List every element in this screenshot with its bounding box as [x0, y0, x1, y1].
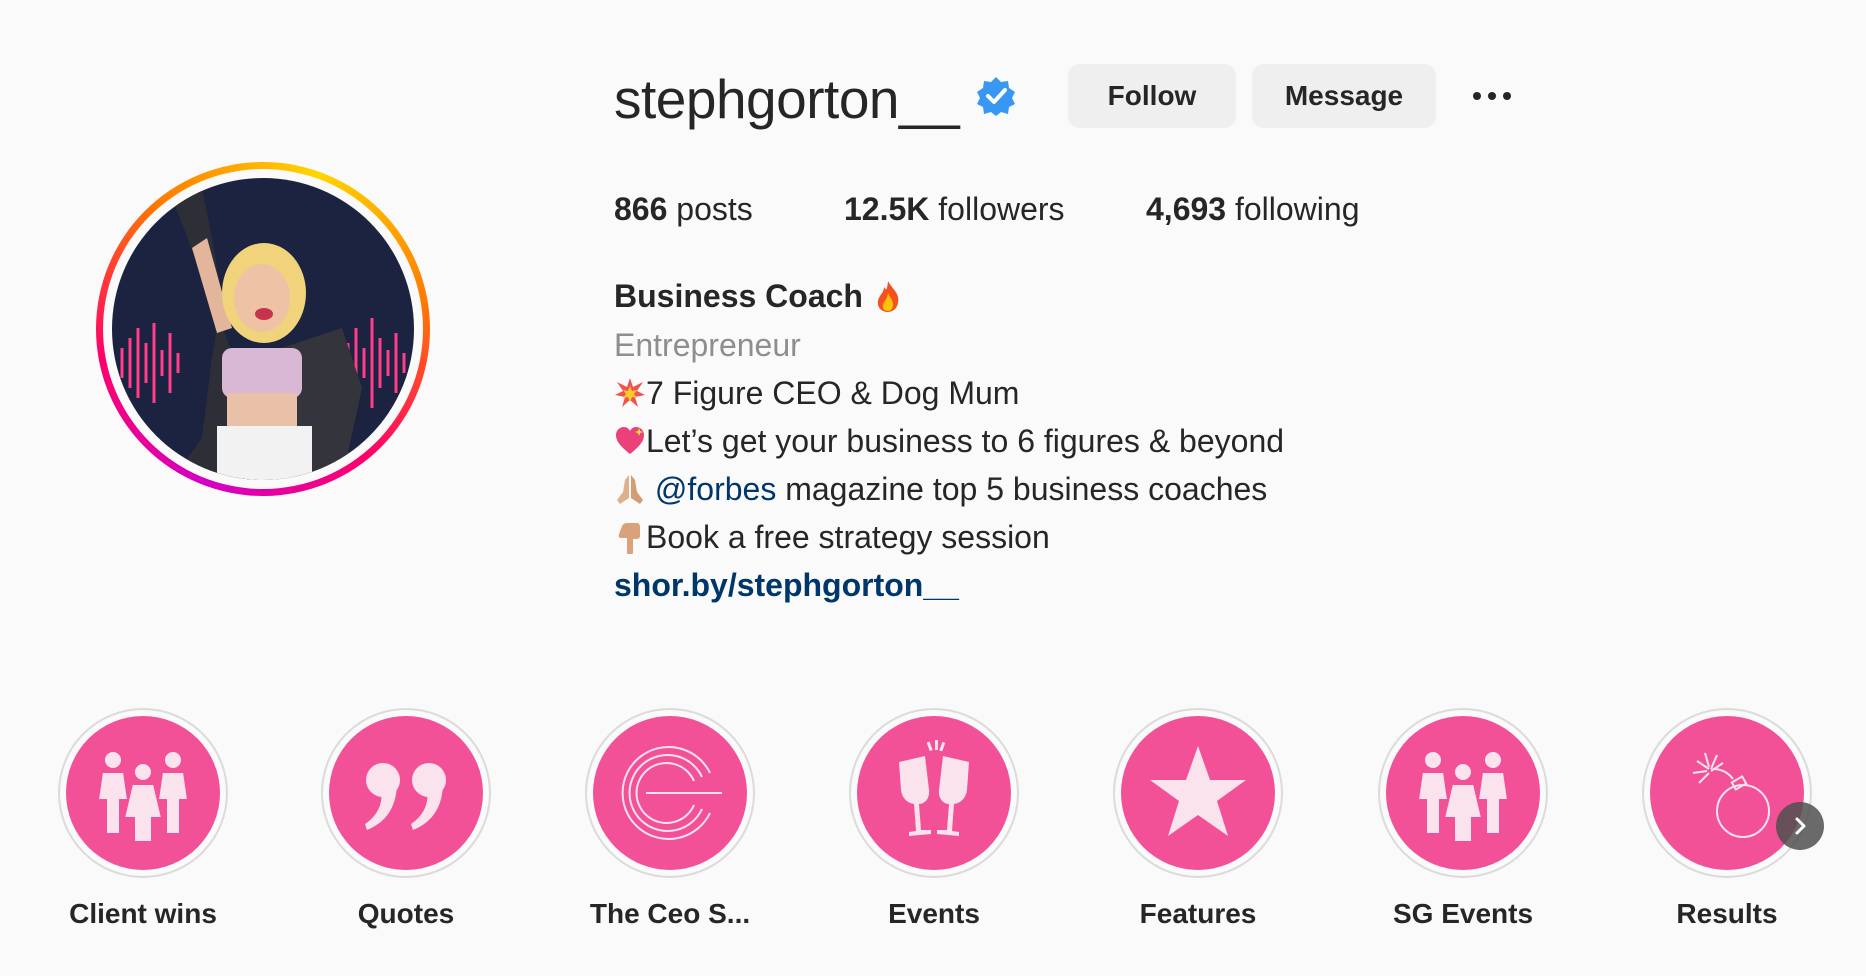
pointing-down-emoji-icon	[618, 523, 640, 554]
bio-name: Business Coach	[614, 273, 904, 319]
bio-line-3-text: magazine top 5 business coaches	[776, 471, 1268, 507]
profile-username: stephgorton__	[614, 68, 960, 130]
quote-marks-icon	[365, 763, 446, 830]
bio-line-4-text: Book a free strategy session	[646, 519, 1050, 555]
highlight-client-wins[interactable]: Client wins	[58, 708, 228, 932]
folded-hands-emoji-icon	[617, 475, 643, 504]
following-count-value: 4,693	[1146, 191, 1227, 227]
following-link[interactable]: 4,693 following	[1146, 186, 1359, 232]
bio-line-2-text: Let’s get your business to 6 figures & b…	[646, 423, 1285, 459]
bio-line-1-text: 7 Figure CEO & Dog Mum	[646, 375, 1020, 411]
bio-line-2: Let’s get your business to 6 figures & b…	[614, 418, 1284, 464]
group-people-icon	[96, 750, 190, 843]
followers-count-value: 12.5K	[844, 191, 930, 227]
highlights-next-button[interactable]	[1776, 802, 1824, 850]
highlight-label: SG Events	[1392, 898, 1534, 929]
group-people-icon	[1416, 750, 1510, 843]
followers-count-label: followers	[929, 191, 1065, 227]
highlight-the-ceo[interactable]: The Ceo S...	[585, 708, 755, 932]
more-options-icon[interactable]	[1464, 78, 1520, 114]
message-button[interactable]: Message	[1252, 64, 1436, 128]
posts-count-value: 866	[614, 191, 668, 227]
star-icon	[1150, 746, 1246, 836]
sparkling-heart-emoji-icon	[616, 427, 644, 454]
fire-emoji-icon	[877, 281, 899, 312]
highlight-label: The Ceo S...	[589, 898, 751, 929]
highlight-features[interactable]: Features	[1113, 708, 1283, 932]
bio-name-text: Business Coach	[614, 278, 872, 314]
highlight-label: Quotes	[357, 898, 455, 929]
follow-button[interactable]: Follow	[1068, 64, 1236, 128]
verified-badge-icon	[977, 77, 1015, 116]
bio-line-4: Book a free strategy session	[614, 514, 1050, 560]
champagne-toast-icon	[899, 740, 969, 836]
highlight-events[interactable]: Events	[849, 708, 1019, 932]
posts-count: 866 posts	[614, 186, 753, 232]
following-count-label: following	[1226, 191, 1360, 227]
collision-emoji-icon	[615, 378, 645, 407]
bio-external-link[interactable]: shor.by/stephgorton__	[614, 562, 959, 608]
chevron-right-icon	[1795, 817, 1806, 835]
forbes-mention-link[interactable]: @forbes	[655, 471, 776, 507]
ceo-logo-icon	[621, 746, 722, 840]
bio-category: Entrepreneur	[614, 327, 801, 363]
highlight-quotes[interactable]: Quotes	[321, 708, 491, 932]
highlight-sg-events[interactable]: SG Events	[1378, 708, 1548, 932]
followers-link[interactable]: 12.5K followers	[844, 186, 1065, 232]
bio-line-3: @forbes magazine top 5 business coaches	[614, 466, 1267, 512]
bomb-icon	[1692, 752, 1770, 838]
profile-page: stephgorton__ Follow Message 866 posts 1…	[0, 0, 1866, 976]
highlight-label: Features	[1139, 898, 1257, 929]
highlight-label: Events	[888, 898, 980, 929]
bio-line-1: 7 Figure CEO & Dog Mum	[614, 370, 1019, 416]
profile-avatar-story-ring[interactable]	[96, 162, 430, 496]
highlight-label: Client wins	[69, 898, 217, 929]
avatar[interactable]	[112, 178, 414, 480]
highlight-label: Results	[1676, 898, 1778, 929]
posts-count-label: posts	[667, 191, 753, 227]
